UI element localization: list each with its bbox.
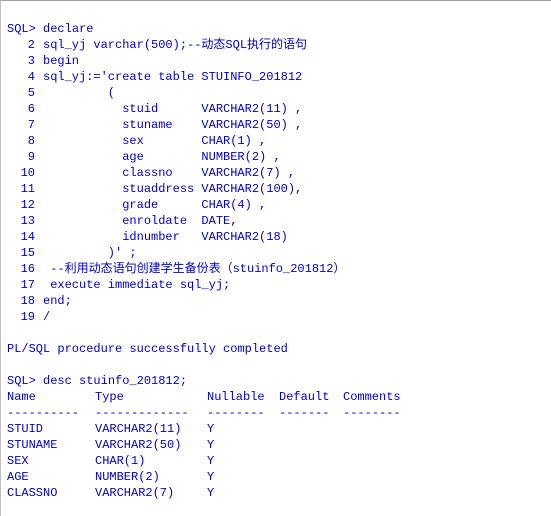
gutter-line-number: 14 [7,229,35,245]
code-line: stuname VARCHAR2(50) , [43,118,302,132]
gutter-line-number: 19 [7,309,35,325]
table-row: STUNAMEVARCHAR2(50)Y [7,438,214,452]
code-line: age NUMBER(2) , [43,150,281,164]
gutter-line-number: 18 [7,293,35,309]
table-row: STUIDVARCHAR2(11)Y [7,422,214,436]
code-line: --利用动态语句创建学生备份表（stuinfo_201812） [43,262,345,276]
gutter-line-number: 9 [7,149,35,165]
code-line: )' ; [43,246,137,260]
gutter-line-number: 11 [7,181,35,197]
code-line: idnumber VARCHAR2(18) [43,230,288,244]
table-row: CLASSNOVARCHAR2(7)Y [7,486,214,500]
code-line: declare [43,22,93,36]
result-message: PL/SQL procedure successfully completed [7,342,288,356]
table-row: AGENUMBER(2)Y [7,470,214,484]
code-line: sql_yj:='create table STUINFO_201812 [43,70,302,84]
code-line: grade CHAR(4) , [43,198,266,212]
code-line: ( [43,86,115,100]
gutter-line-number: 5 [7,85,35,101]
code-line: / [43,310,50,324]
sql-prompt: SQL> [7,22,36,36]
gutter-line-number: 3 [7,53,35,69]
gutter-line-number: 16 [7,261,35,277]
gutter-line-number: 4 [7,69,35,85]
code-line: sql_yj varchar(500);--动态SQL执行的语句 [43,38,307,52]
code-line: begin [43,54,79,68]
code-line: classno VARCHAR2(7) , [43,166,295,180]
code-line: execute immediate sql_yj; [43,278,230,292]
code-line: end; [43,294,72,308]
sql-terminal: SQL> declare 2 sql_yj varchar(500);--动态SQ… [0,0,551,516]
code-line: stuaddress VARCHAR2(100), [43,182,302,196]
table-row: SEXCHAR(1)Y [7,454,214,468]
gutter-line-number: 7 [7,117,35,133]
gutter-line-number: 13 [7,213,35,229]
code-line: enroldate DATE, [43,214,237,228]
desc-command: desc stuinfo_201812; [43,374,187,388]
gutter-line-number: 17 [7,277,35,293]
sql-prompt: SQL> [7,374,36,388]
gutter-line-number: 12 [7,197,35,213]
code-line: stuid VARCHAR2(11) , [43,102,302,116]
col-header: NameTypeNullableDefaultComments [7,390,401,404]
gutter-line-number: 10 [7,165,35,181]
code-line: sex CHAR(1) , [43,134,266,148]
col-separator: ----------------------------------------… [7,406,401,420]
gutter-line-number: 8 [7,133,35,149]
gutter-line-number: 2 [7,37,35,53]
gutter-line-number: 15 [7,245,35,261]
gutter-line-number: 6 [7,101,35,117]
